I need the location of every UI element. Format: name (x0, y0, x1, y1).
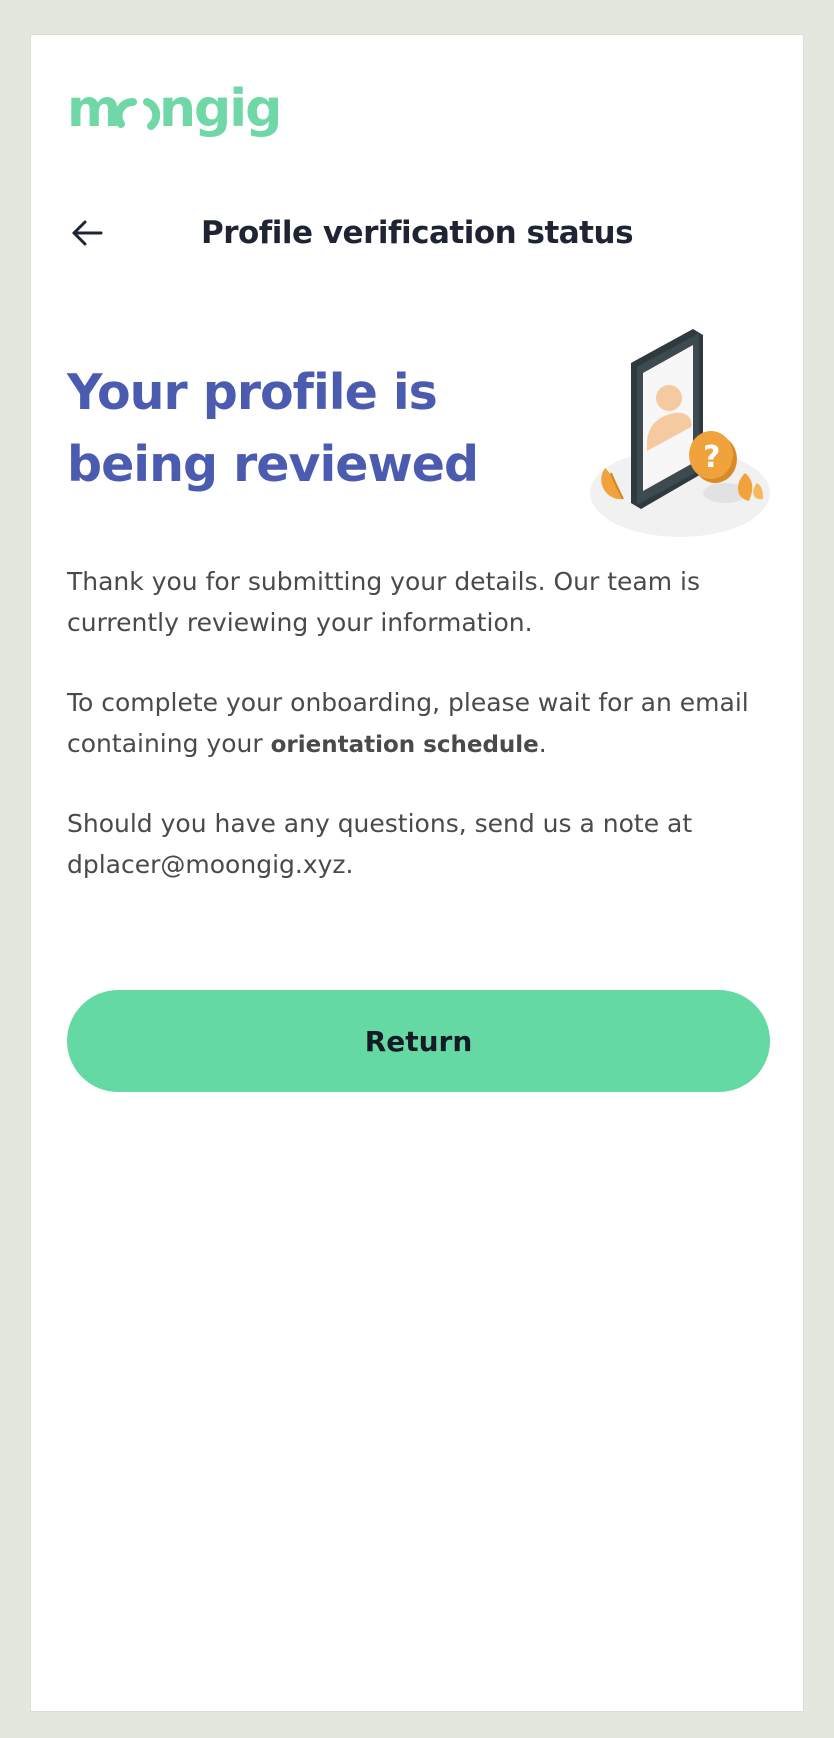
return-button[interactable]: Return (67, 990, 770, 1092)
contact-paragraph: Should you have any questions, send us a… (67, 809, 693, 879)
intro-paragraph: Thank you for submitting your details. O… (67, 567, 701, 637)
onboarding-paragraph: To complete your onboarding, please wait… (67, 682, 767, 766)
phone-profile-question-illustration: ? (585, 323, 775, 538)
hero-title: Your profile is being reviewed (67, 357, 537, 501)
hero-title-line1: Your profile is (67, 364, 438, 421)
page-title: Profile verification status (200, 215, 634, 251)
moongig-logo: m ngig (67, 79, 307, 143)
moongig-logo-mark: m ngig (67, 80, 282, 139)
svg-text:m: m (67, 80, 119, 139)
hero-title-line2: being reviewed (67, 436, 479, 493)
orientation-schedule-emphasis: orientation schedule (270, 732, 539, 758)
svg-text:?: ? (703, 440, 720, 475)
svg-text:ngig: ngig (159, 80, 280, 139)
onboarding-text-suffix: . (538, 729, 547, 758)
page-header: Profile verification status (31, 197, 803, 277)
verification-card: m ngig Profile verification status Your … (30, 34, 804, 1712)
